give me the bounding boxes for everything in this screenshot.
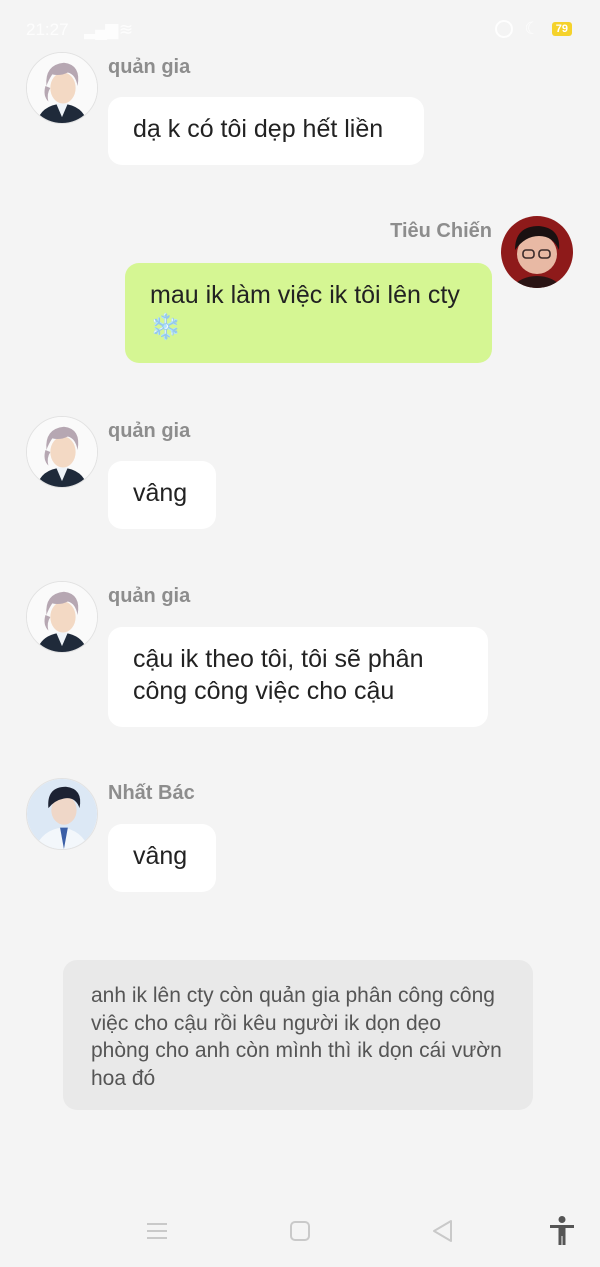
avatar-quan-gia[interactable] <box>26 581 98 653</box>
butler-avatar-icon <box>27 582 97 652</box>
system-nav-bar <box>0 1195 600 1267</box>
signal-icon: ▂▄▆ ≋ <box>84 20 133 39</box>
user-photo-avatar-icon <box>501 216 573 288</box>
sender-name: Tiêu Chiến <box>390 220 492 242</box>
avatar-quan-gia[interactable] <box>26 416 98 488</box>
sender-name: Nhất Bác <box>108 782 195 804</box>
accessibility-icon[interactable] <box>548 1215 576 1247</box>
user-photo-avatar-icon <box>27 779 97 849</box>
avatar-quan-gia[interactable] <box>26 52 98 124</box>
battery-icon: 79 <box>551 22 572 36</box>
narration-box[interactable]: anh ik lên cty còn quản gia phân công cô… <box>63 960 533 1110</box>
sender-name: quản gia <box>108 420 191 442</box>
butler-avatar-icon <box>27 53 97 123</box>
back-triangle-icon[interactable] <box>431 1219 453 1243</box>
sender-name: quản gia <box>108 56 191 78</box>
sender-name: quản gia <box>108 585 191 607</box>
message-bubble[interactable]: dạ k có tôi dẹp hết liền <box>108 97 424 165</box>
home-square-icon[interactable] <box>289 1220 311 1242</box>
message-bubble[interactable]: vâng <box>108 461 216 529</box>
status-right-icons: ☾ 79 <box>494 19 572 39</box>
avatar-tieu-chien[interactable] <box>501 216 573 288</box>
butler-avatar-icon <box>27 417 97 487</box>
do-not-disturb-icon <box>494 20 513 38</box>
message-bubble[interactable]: cậu ik theo tôi, tôi sẽ phân công công v… <box>108 627 488 727</box>
status-bar: 21:27 ▂▄▆ ≋ ☾ 79 <box>0 0 600 56</box>
menu-icon[interactable] <box>146 1221 168 1241</box>
avatar-nhat-bac[interactable] <box>26 778 98 850</box>
status-time: 21:27 <box>26 20 69 39</box>
message-bubble[interactable]: vâng <box>108 824 216 892</box>
moon-icon: ☾ <box>524 19 540 38</box>
message-bubble-self[interactable]: mau ik làm việc ik tôi lên cty ❄️ <box>125 263 492 363</box>
